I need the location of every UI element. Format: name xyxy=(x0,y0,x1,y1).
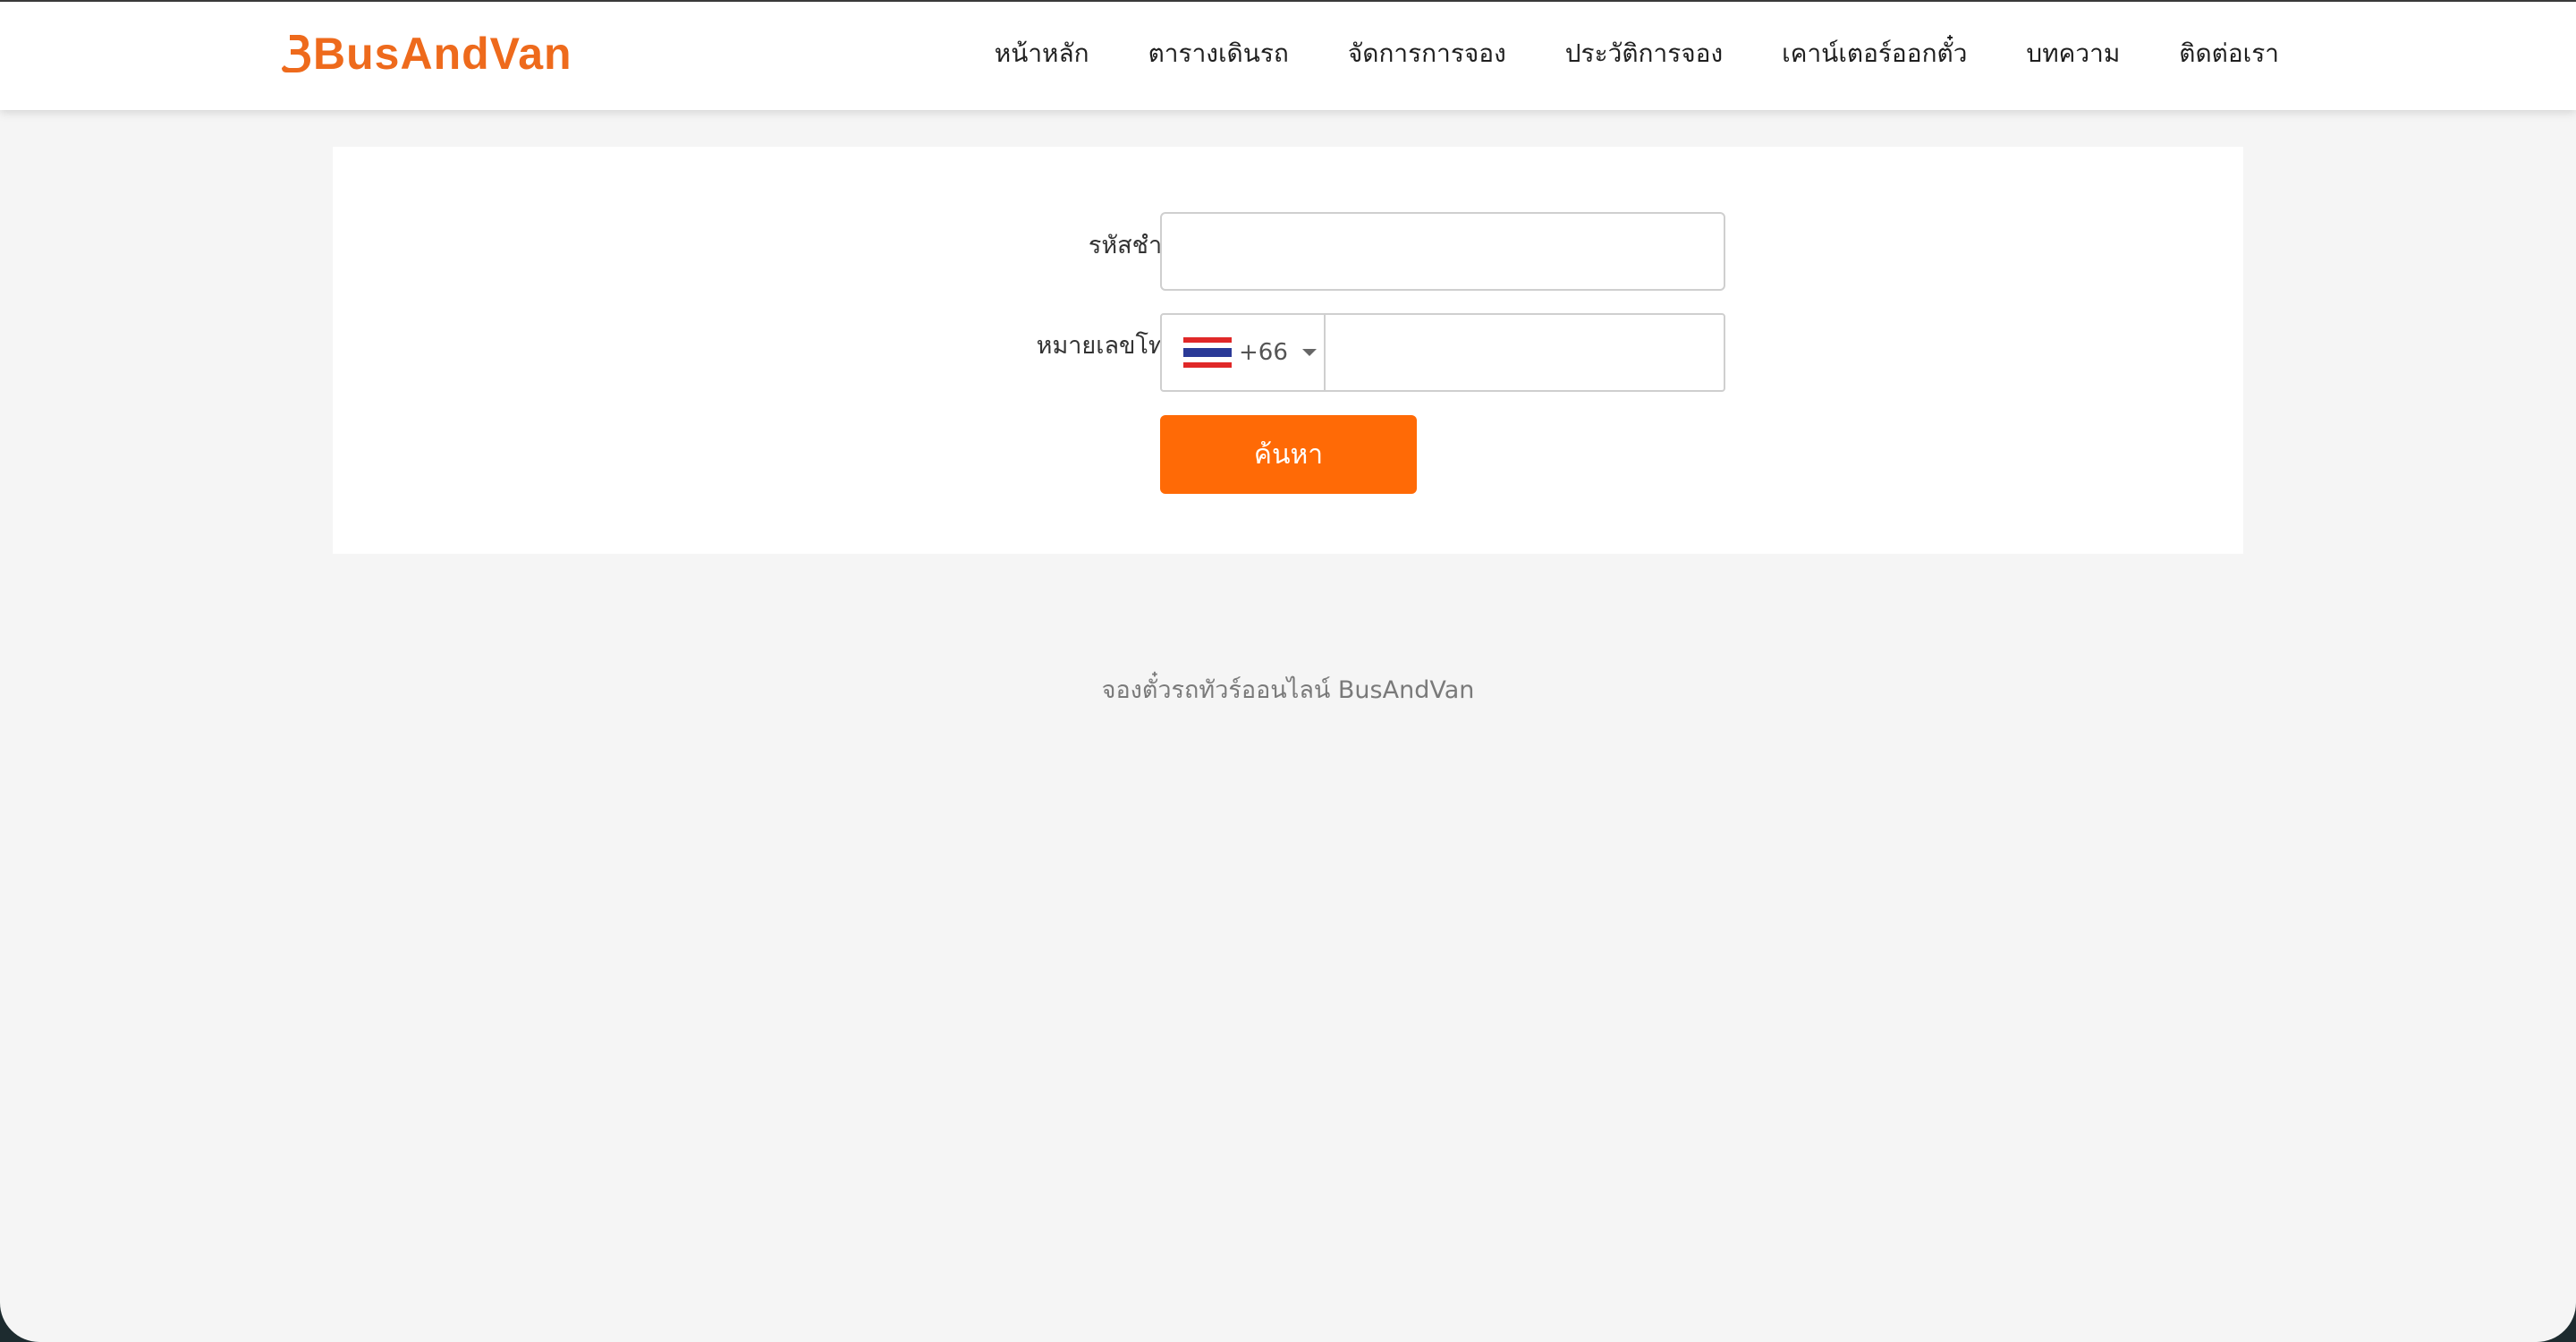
brand-name: BusAndVan xyxy=(313,29,572,79)
phone-number-input[interactable] xyxy=(1326,315,1724,390)
country-code-select[interactable]: +66 xyxy=(1162,315,1326,390)
bus-logo-icon xyxy=(282,35,310,72)
search-button[interactable]: ค้นหา xyxy=(1160,415,1417,494)
nav-booking-history[interactable]: ประวัติการจอง xyxy=(1565,34,1723,73)
booking-search-card: รหัสชำระเงิน หมายเลขโทรศัพท์ +66 ค้นหา xyxy=(333,147,2243,554)
browser-window: BusAndVan หน้าหลัก ตารางเดินรถ จัดการการ… xyxy=(0,0,2576,1342)
thailand-flag-icon xyxy=(1183,337,1232,368)
nav-articles[interactable]: บทความ xyxy=(2026,34,2120,73)
dial-code: +66 xyxy=(1239,339,1288,366)
top-navbar: BusAndVan หน้าหลัก ตารางเดินรถ จัดการการ… xyxy=(0,2,2576,110)
phone-number-field: +66 xyxy=(1160,313,1725,392)
chevron-down-icon xyxy=(1301,349,1317,356)
nav-home[interactable]: หน้าหลัก xyxy=(995,34,1089,73)
nav-ticket-counter[interactable]: เคาน์เตอร์ออกตั๋ว xyxy=(1782,34,1967,73)
footer-text: จองตั๋วรถทัวร์ออนไลน์ BusAndVan xyxy=(1101,676,1475,704)
brand-logo[interactable]: BusAndVan xyxy=(281,27,572,81)
nav-contact[interactable]: ติดต่อเรา xyxy=(2179,34,2279,73)
payment-code-input[interactable] xyxy=(1160,212,1725,291)
main-nav: หน้าหลัก ตารางเดินรถ จัดการการจอง ประวัต… xyxy=(995,2,2279,106)
nav-manage-booking[interactable]: จัดการการจอง xyxy=(1348,34,1506,73)
nav-schedule[interactable]: ตารางเดินรถ xyxy=(1148,34,1289,73)
